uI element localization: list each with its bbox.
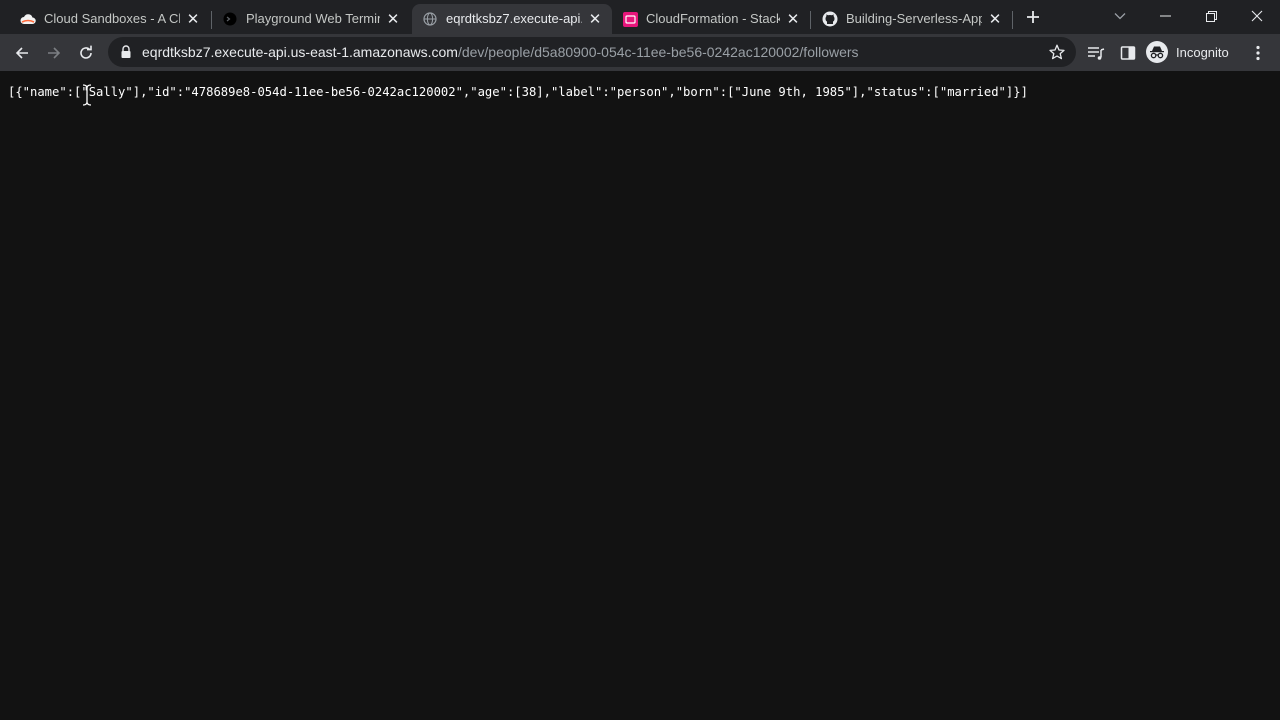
tab-title: CloudFormation - Stack bbox=[646, 11, 780, 26]
close-icon[interactable]: ✕ bbox=[784, 10, 802, 28]
page-content: [{"name":["Sally"],"id":"478689e8-054d-1… bbox=[0, 71, 1280, 720]
url-path: /dev/people/d5a80900-054c-11ee-be56-0242… bbox=[457, 44, 859, 60]
tab-search-icon[interactable] bbox=[1106, 4, 1134, 28]
close-icon[interactable]: ✕ bbox=[586, 10, 604, 28]
browser-toolbar: eqrdtksbz7.execute-api.us-east-1.amazona… bbox=[0, 34, 1280, 71]
github-icon bbox=[822, 11, 838, 27]
tab-playground-terminal[interactable]: Playground Web Terminal ✕ bbox=[212, 4, 410, 34]
lock-icon[interactable] bbox=[120, 45, 134, 59]
terminal-icon bbox=[222, 11, 238, 27]
reload-icon[interactable] bbox=[72, 39, 100, 67]
tab-divider bbox=[810, 11, 811, 29]
new-tab-button[interactable] bbox=[1022, 6, 1044, 28]
address-bar[interactable]: eqrdtksbz7.execute-api.us-east-1.amazona… bbox=[108, 37, 1076, 67]
close-icon[interactable]: ✕ bbox=[384, 10, 402, 28]
incognito-indicator[interactable]: Incognito bbox=[1146, 40, 1229, 64]
more-menu-icon[interactable] bbox=[1244, 39, 1272, 67]
tab-github-repo[interactable]: Building-Serverless-Apps ✕ bbox=[812, 4, 1012, 34]
tab-title: Playground Web Terminal bbox=[246, 11, 380, 26]
close-window-icon[interactable] bbox=[1243, 4, 1271, 28]
close-icon[interactable]: ✕ bbox=[184, 10, 202, 28]
cloudformation-icon bbox=[622, 11, 638, 27]
side-panel-icon[interactable] bbox=[1114, 39, 1142, 67]
bookmark-star-icon[interactable] bbox=[1048, 43, 1066, 61]
tab-title: Cloud Sandboxes - A Cloud Guru bbox=[44, 11, 180, 26]
tab-divider bbox=[1012, 11, 1013, 29]
tab-title: Building-Serverless-Apps bbox=[846, 11, 982, 26]
url-text: eqrdtksbz7.execute-api.us-east-1.amazona… bbox=[142, 44, 859, 60]
media-controls-icon[interactable] bbox=[1082, 39, 1110, 67]
tab-title: eqrdtksbz7.execute-api.us-east-1.amazona… bbox=[446, 11, 582, 26]
tab-strip: Cloud Sandboxes - A Cloud Guru ✕ Playgro… bbox=[0, 0, 1280, 34]
json-response-text[interactable]: [{"name":["Sally"],"id":"478689e8-054d-1… bbox=[8, 84, 1028, 100]
restore-icon[interactable] bbox=[1197, 4, 1225, 28]
incognito-label: Incognito bbox=[1176, 44, 1229, 60]
minimize-icon[interactable] bbox=[1151, 4, 1179, 28]
forward-icon[interactable] bbox=[40, 39, 68, 67]
back-icon[interactable] bbox=[8, 39, 36, 67]
incognito-icon bbox=[1146, 41, 1168, 63]
cloud-icon bbox=[20, 11, 36, 27]
close-icon[interactable]: ✕ bbox=[986, 10, 1004, 28]
tab-execute-api[interactable]: eqrdtksbz7.execute-api.us-east-1.amazona… bbox=[412, 4, 612, 34]
text-cursor-icon bbox=[82, 84, 92, 106]
tab-cloud-sandboxes[interactable]: Cloud Sandboxes - A Cloud Guru ✕ bbox=[10, 4, 210, 34]
url-host: eqrdtksbz7.execute-api.us-east-1.amazona… bbox=[142, 44, 458, 60]
globe-icon bbox=[422, 11, 438, 27]
tab-cloudformation[interactable]: CloudFormation - Stack ✕ bbox=[612, 4, 810, 34]
